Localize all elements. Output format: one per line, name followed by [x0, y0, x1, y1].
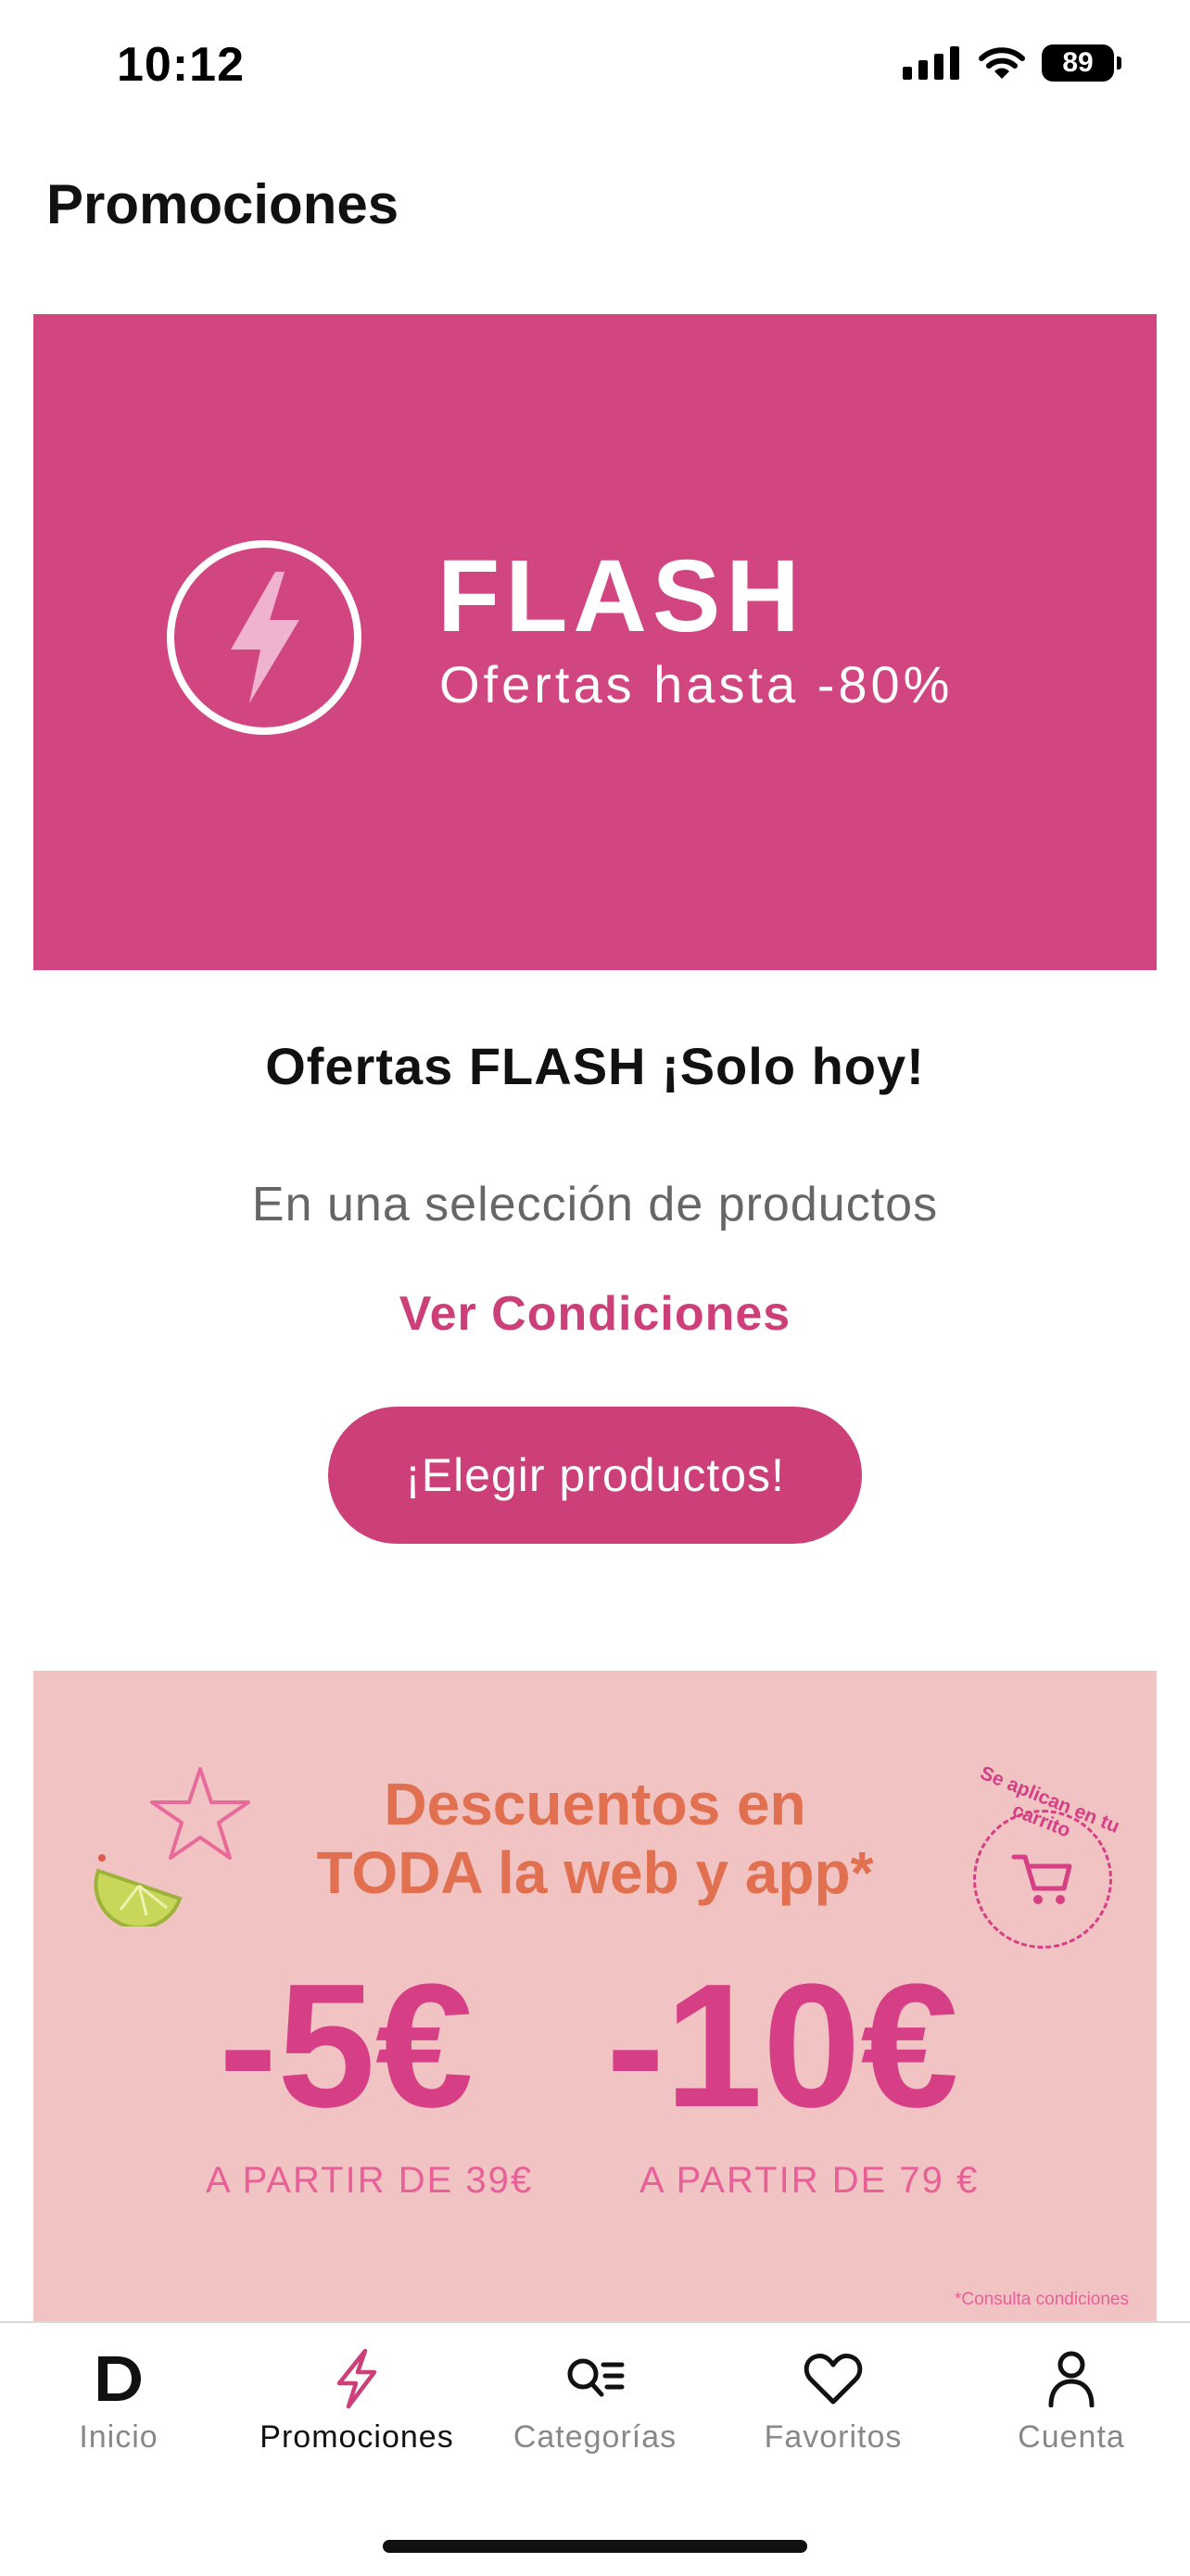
tab-categorias[interactable]: Categorías: [476, 2323, 714, 2490]
conditions-link[interactable]: Ver Condiciones: [0, 1286, 1190, 1342]
status-icons: 89: [903, 44, 1121, 82]
offer-title: Ofertas FLASH ¡Solo hoy!: [265, 1037, 925, 1095]
tab-label-inicio: Inicio: [79, 2419, 158, 2455]
discount-amount-5: -5€: [219, 1948, 474, 2144]
cart-badge: Se aplican en tu carrito: [973, 1762, 1122, 1949]
tab-label-cuenta: Cuenta: [1018, 2419, 1125, 2455]
tab-inicio[interactable]: Inicio: [0, 2323, 237, 2490]
tab-cuenta[interactable]: Cuenta: [953, 2323, 1190, 2490]
status-time: 10:12: [117, 38, 245, 92]
tab-label-favoritos: Favoritos: [764, 2419, 903, 2455]
search-list-icon: [567, 2358, 625, 2397]
offer-description: En una selección de productos: [251, 1178, 939, 1231]
logo-d-icon: [98, 2356, 141, 2401]
tab-label-categorias: Categorías: [513, 2419, 677, 2455]
tab-bar: Inicio Promociones Categorías Favoritos …: [0, 2321, 1190, 2576]
wifi-icon: [979, 47, 1025, 79]
discount-banner[interactable]: Descuentos en TODA la web y app* Se apli…: [33, 1671, 1157, 2321]
discount-footnote: *Consulta condiciones: [954, 2290, 1129, 2309]
choose-products-button[interactable]: ¡Elegir productos!: [328, 1407, 862, 1544]
tab-promociones[interactable]: Promociones: [238, 2323, 475, 2490]
flash-subtitle: Ofertas hasta -80%: [439, 655, 954, 713]
flash-banner[interactable]: FLASH Ofertas hasta -80%: [33, 314, 1157, 970]
tab-favoritos[interactable]: Favoritos: [715, 2323, 952, 2490]
cart-icon: [1011, 1854, 1072, 1904]
person-icon: [1048, 2351, 1095, 2407]
discount-min-79: A PARTIR DE 79 €: [639, 2160, 980, 2201]
tab-label-promociones: Promociones: [260, 2419, 454, 2455]
home-indicator: [383, 2540, 807, 2553]
battery-icon: 89: [1042, 44, 1121, 82]
cellular-signal-icon: [903, 46, 959, 80]
status-bar: 10:12 89: [0, 0, 1190, 139]
discount-amount-10: -10€: [606, 1948, 959, 2144]
heart-icon: [804, 2354, 863, 2405]
battery-level: 89: [1062, 47, 1094, 78]
page-title: Promociones: [46, 173, 399, 235]
flash-title: FLASH: [437, 539, 805, 653]
discount-min-39: A PARTIR DE 39€: [206, 2160, 534, 2201]
flash-bolt-icon: [167, 540, 361, 735]
bolt-icon: [336, 2348, 377, 2409]
